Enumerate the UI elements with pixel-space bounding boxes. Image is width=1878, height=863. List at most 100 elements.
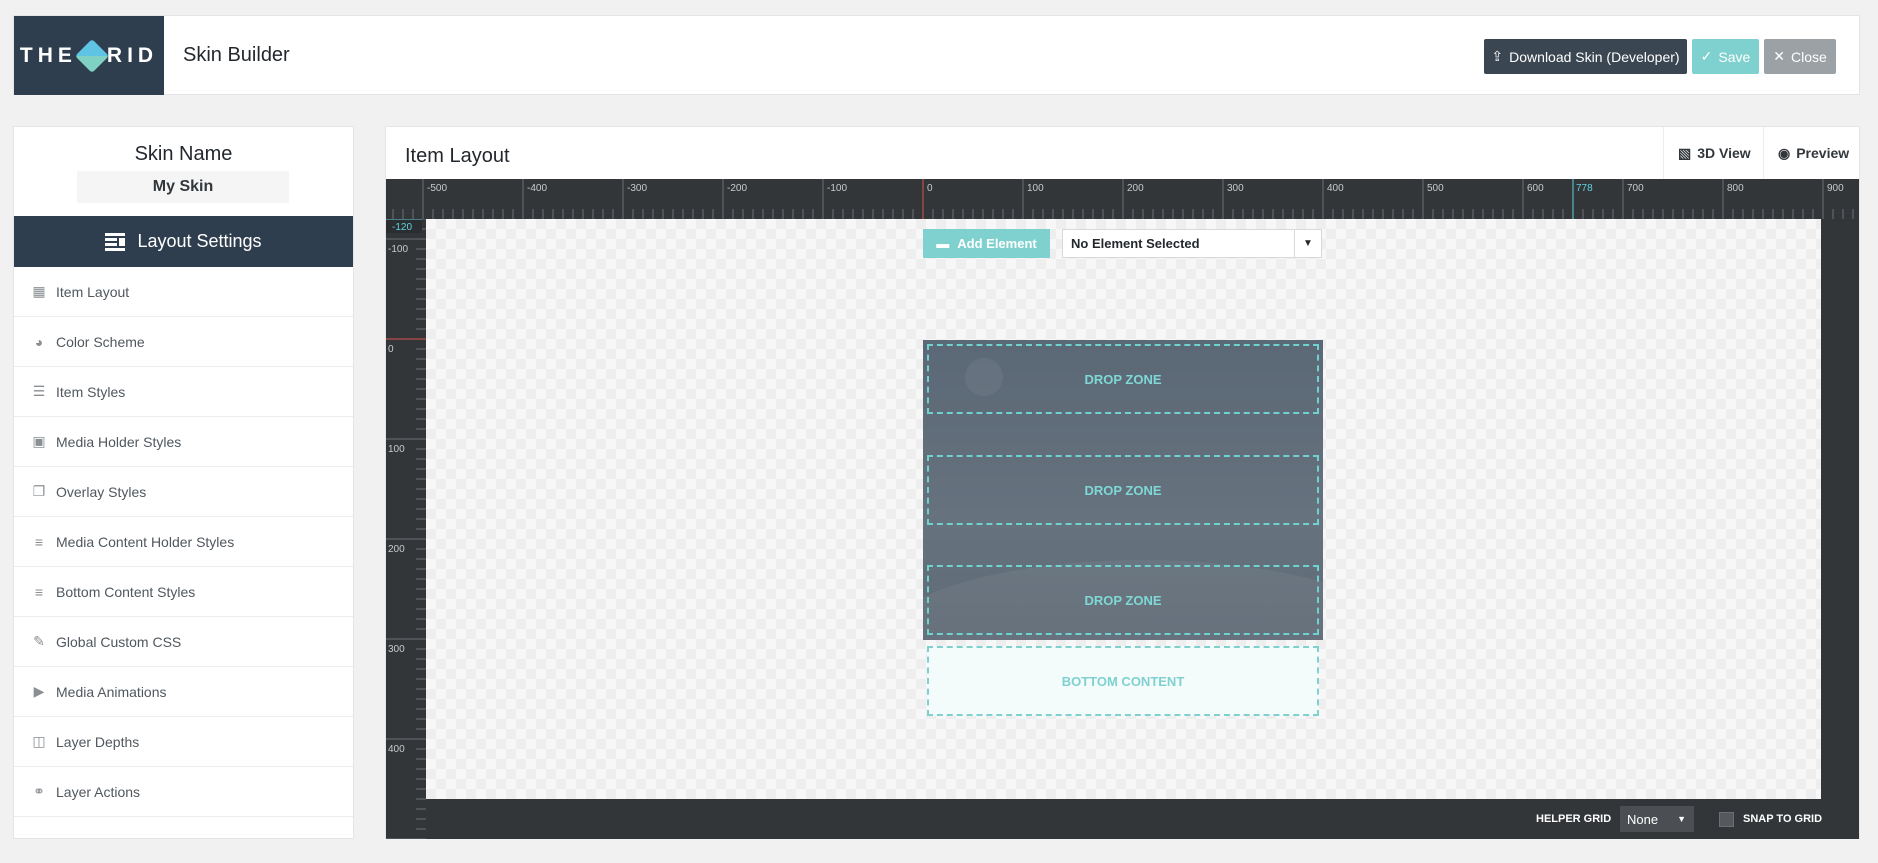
download-skin-label: Download Skin (Developer) (1509, 48, 1680, 65)
sidebar-item-label: Overlay Styles (56, 483, 147, 500)
brush-icon: ✎ (33, 633, 45, 649)
add-element-label: Add Element (957, 236, 1037, 251)
ruler-label: 200 (1127, 183, 1144, 194)
sidebar-item-label: Media Content Holder Styles (56, 533, 235, 550)
sidebar-item-layer-actions[interactable]: ⚭ Layer Actions (14, 767, 353, 817)
sidebar-item-media-content-holder-styles[interactable]: ≡ Media Content Holder Styles (14, 517, 353, 567)
vertical-ruler: -100 0 100 200 300 400 -120 (386, 219, 426, 839)
add-element-button[interactable]: ▬ Add Element (923, 229, 1050, 258)
element-select-value: No Element Selected (1071, 236, 1200, 251)
save-label: Save (1718, 48, 1751, 65)
3d-view-label: 3D View (1697, 145, 1751, 161)
item-layout-panel: Item Layout ▧ 3D View ◉ Preview -500 -400… (385, 126, 1860, 839)
sidebar-item-label: Layer Actions (56, 783, 141, 800)
video-icon: ▶ (33, 683, 45, 699)
box-icon: ▬ (936, 236, 950, 251)
ruler-label: -300 (627, 183, 647, 194)
3d-view-icon: ▧ (1678, 144, 1692, 161)
logo-text-left: THE (19, 43, 77, 67)
helper-grid-value: None (1627, 811, 1659, 827)
sidebar-item-overlay-styles[interactable]: ❐ Overlay Styles (14, 467, 353, 517)
layers-icon: ◫ (32, 733, 46, 749)
sidebar-item-label: Media Holder Styles (56, 433, 182, 450)
bottom-content-zone[interactable]: BOTTOM CONTENT (927, 646, 1319, 716)
close-label: Close (1790, 48, 1827, 65)
skin-canvas[interactable]: ▬ Add Element No Element Selected ▼ DROP… (426, 219, 1821, 799)
drop-zone-top[interactable]: DROP ZONE (927, 344, 1319, 414)
grid-logo-icon (74, 38, 109, 73)
ruler-label: -400 (527, 183, 547, 194)
ruler-label: 300 (388, 644, 405, 655)
skin-name-label: Skin Name (134, 143, 233, 165)
layout-settings-icon (105, 232, 126, 251)
logo-text-right: RID (106, 43, 159, 67)
lines-icon: ≡ (34, 533, 44, 550)
skin-name-input[interactable] (77, 171, 289, 203)
sidebar-item-media-animations[interactable]: ▶ Media Animations (14, 667, 353, 717)
ruler-label: 900 (1827, 183, 1844, 194)
link-icon: ⚭ (33, 783, 45, 799)
panel-title: Item Layout (405, 145, 510, 167)
sidebar: Skin Name Layout Settings ▦ Item Layout … (13, 126, 354, 839)
helper-grid-select[interactable]: None ▼ (1620, 806, 1694, 832)
ruler-label: 0 (388, 344, 394, 355)
chevron-down-icon: ▼ (1294, 230, 1321, 257)
3d-view-button[interactable]: ▧ 3D View (1663, 127, 1765, 179)
item-styles-icon: ☰ (32, 383, 46, 399)
sidebar-item-label: Layer Depths (56, 733, 140, 750)
overlay-icon: ❐ (32, 483, 46, 499)
ruler-label: 0 (927, 183, 933, 194)
ruler-label: 400 (388, 744, 405, 755)
download-skin-button[interactable]: ⇪ Download Skin (Developer) (1484, 39, 1687, 74)
image-icon: ▣ (32, 433, 46, 449)
sidebar-item-media-holder-styles[interactable]: ▣ Media Holder Styles (14, 417, 353, 467)
grid-icon: ▦ (32, 283, 46, 299)
sidebar-item-color-scheme[interactable]: ◕ Color Scheme (14, 317, 353, 367)
canvas-footer: HELPER GRID None ▼ SNAP TO GRID (386, 799, 1859, 839)
ruler-label: 100 (1027, 183, 1044, 194)
ruler-label: -500 (427, 183, 447, 194)
ruler-label: 700 (1627, 183, 1644, 194)
ruler-label: -100 (388, 244, 408, 255)
upload-icon: ⇪ (1491, 48, 1504, 64)
ruler-label: 800 (1727, 183, 1744, 194)
sidebar-item-item-layout[interactable]: ▦ Item Layout (14, 267, 353, 317)
lines-icon: ≡ (34, 583, 44, 600)
close-button[interactable]: ✕ Close (1764, 39, 1836, 74)
layout-settings-title: Layout Settings (137, 231, 262, 251)
save-button[interactable]: ✓ Save (1692, 39, 1759, 74)
horizontal-ruler: -500 -400 -300 -200 -100 0 100 200 300 400 500 600 7… (392, 179, 1854, 219)
close-icon: ✕ (1773, 48, 1785, 64)
ruler-width-marker-label: 778 (1576, 183, 1593, 194)
helper-grid-label: HELPER GRID (1536, 813, 1612, 825)
sidebar-item-label: Media Animations (56, 683, 167, 700)
top-header: THE RID Skin Builder ⇪ Download Skin (De… (13, 15, 1860, 95)
media-holder[interactable]: DROP ZONE DROP ZONE DROP ZONE (923, 340, 1323, 640)
palette-icon: ◕ (34, 333, 44, 350)
ruler-label: -100 (827, 183, 847, 194)
drop-zone-middle[interactable]: DROP ZONE (927, 455, 1319, 525)
sidebar-item-global-custom-css[interactable]: ✎ Global Custom CSS (14, 617, 353, 667)
element-select[interactable]: No Element Selected ▼ (1062, 229, 1322, 258)
sidebar-item-label: Bottom Content Styles (56, 583, 196, 600)
sidebar-item-layer-depths[interactable]: ◫ Layer Depths (14, 717, 353, 767)
layout-settings-header: Layout Settings (14, 216, 353, 267)
ruler-label: 300 (1227, 183, 1244, 194)
canvas-area: -500 -400 -300 -200 -100 0 100 200 300 400 500 600 7… (386, 179, 1859, 839)
sidebar-item-item-styles[interactable]: ☰ Item Styles (14, 367, 353, 417)
ruler-label: 200 (388, 544, 405, 555)
chevron-down-icon: ▼ (1677, 814, 1686, 824)
sidebar-menu: ▦ Item Layout ◕ Color Scheme ☰ Item Styl… (14, 267, 353, 817)
ruler-label: 600 (1527, 183, 1544, 194)
preview-button[interactable]: ◉ Preview (1763, 127, 1863, 179)
drop-zone-bottom[interactable]: DROP ZONE (927, 565, 1319, 635)
ruler-label: 500 (1427, 183, 1444, 194)
check-icon: ✓ (1700, 48, 1713, 64)
sidebar-item-label: Item Layout (56, 283, 130, 300)
snap-to-grid-checkbox[interactable] (1719, 812, 1734, 827)
sidebar-item-label: Item Styles (56, 383, 126, 400)
eye-icon: ◉ (1778, 144, 1791, 161)
ruler-label: 400 (1327, 183, 1344, 194)
ruler-top-marker-label: -120 (392, 222, 412, 233)
sidebar-item-bottom-content-styles[interactable]: ≡ Bottom Content Styles (14, 567, 353, 617)
